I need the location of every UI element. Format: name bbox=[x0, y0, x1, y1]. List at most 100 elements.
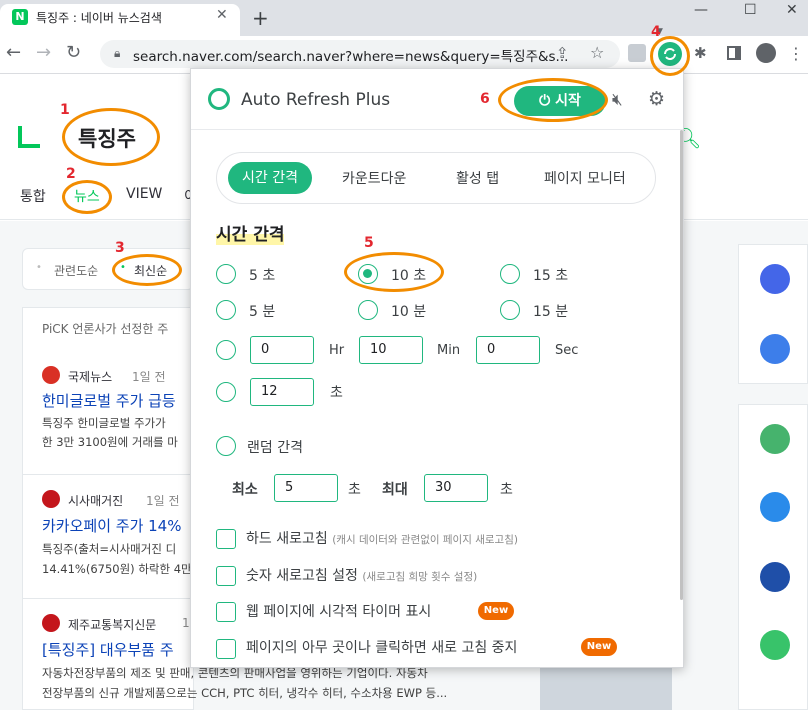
preset-radio[interactable] bbox=[500, 264, 520, 284]
divider bbox=[191, 129, 683, 130]
tab-countdown[interactable]: 카운트다운 bbox=[342, 168, 406, 188]
stop-on-click-checkbox[interactable] bbox=[216, 639, 236, 659]
annotation-ring bbox=[498, 78, 608, 122]
hard-refresh-checkbox[interactable] bbox=[216, 529, 236, 549]
extensions-puzzle-icon[interactable]: ✱ bbox=[694, 44, 707, 62]
extension-icon[interactable] bbox=[628, 44, 646, 62]
tab-integrated[interactable]: 통합 bbox=[20, 186, 46, 206]
side-panel-icon[interactable] bbox=[727, 46, 741, 60]
tab-active-tab[interactable]: 활성 탭 bbox=[456, 168, 499, 188]
article-title[interactable]: [특징주] 대우부품 주 bbox=[42, 639, 174, 660]
random-min-label: 최소 bbox=[232, 482, 258, 498]
new-badge: New bbox=[581, 638, 617, 656]
visual-timer-label: 웹 페이지에 시각적 타이머 표시 bbox=[246, 604, 432, 620]
mute-icon[interactable]: 🔇︎ bbox=[612, 90, 623, 110]
article-title[interactable]: 한미글로벌 주가 급등 bbox=[42, 390, 176, 411]
preset-label: 10 분 bbox=[391, 304, 427, 320]
press-name[interactable]: 제주교통복지신문 bbox=[68, 616, 156, 633]
popup-scrollbar[interactable] bbox=[680, 130, 683, 600]
more-menu-icon[interactable]: ⋮ bbox=[788, 44, 804, 63]
annotation-ring bbox=[112, 254, 182, 286]
hours-input[interactable]: 0 bbox=[250, 336, 314, 364]
forward-arrow-icon[interactable]: → bbox=[36, 42, 51, 63]
naver-logo-icon[interactable] bbox=[18, 126, 40, 148]
gear-icon[interactable]: ⚙ bbox=[648, 88, 665, 110]
random-min-input[interactable]: 5 bbox=[274, 474, 338, 502]
minutes-input[interactable]: 10 bbox=[359, 336, 423, 364]
annotation-ring bbox=[62, 108, 160, 166]
option-sub: (새로고침 희망 횟수 설정) bbox=[362, 571, 478, 583]
seconds-input[interactable]: 0 bbox=[476, 336, 540, 364]
app-icon[interactable] bbox=[760, 264, 790, 294]
preset-label: 15 분 bbox=[533, 304, 569, 320]
annotation-ring bbox=[344, 252, 444, 292]
stop-on-click-label: 페이지의 아무 곳이나 클릭하면 새로 고침 중지 bbox=[246, 640, 518, 656]
press-name[interactable]: 국제뉴스 bbox=[68, 368, 112, 385]
press-name[interactable]: 시사매거진 bbox=[68, 492, 123, 509]
article-snippet: 14.41%(6750원) 하락한 4만 bbox=[42, 562, 192, 576]
naver-favicon-icon: N bbox=[12, 9, 28, 25]
custom-interval-radio[interactable] bbox=[216, 340, 236, 360]
random-max-input[interactable]: 30 bbox=[424, 474, 488, 502]
annotation-number: 6 bbox=[480, 91, 490, 107]
annotation-number: 5 bbox=[364, 235, 374, 251]
random-interval-label: 랜덤 간격 bbox=[247, 440, 303, 456]
url-text[interactable]: search.naver.com/search.naver?where=news… bbox=[133, 45, 568, 65]
airplane-icon[interactable] bbox=[760, 492, 790, 522]
lock-icon[interactable]: 🔒︎ bbox=[114, 46, 120, 61]
profile-avatar-icon[interactable] bbox=[756, 43, 776, 63]
maximize-icon[interactable]: ☐ bbox=[744, 2, 757, 18]
bookmark-star-icon[interactable]: ☆ bbox=[590, 43, 604, 62]
seconds-only-radio[interactable] bbox=[216, 382, 236, 402]
window-close-icon[interactable]: ✕ bbox=[786, 2, 798, 18]
annotation-number: 2 bbox=[66, 166, 76, 182]
hours-label: Hr bbox=[329, 343, 345, 358]
article-snippet: 전장부품의 신규 개발제품으로는 CCH, PTC 히터, 냉각수 히터, 수소… bbox=[42, 686, 448, 700]
seconds-unit-label: 초 bbox=[330, 385, 343, 401]
tab-interval[interactable]: 시간 간격 bbox=[228, 162, 312, 194]
random-max-unit: 초 bbox=[500, 482, 513, 498]
close-tab-icon[interactable]: ✕ bbox=[216, 7, 228, 23]
visual-timer-checkbox[interactable] bbox=[216, 602, 236, 622]
mountain-icon[interactable] bbox=[760, 424, 790, 454]
section-title: 시간 간격 bbox=[216, 220, 285, 245]
press-logo-icon bbox=[42, 366, 60, 384]
annotation-ring bbox=[62, 180, 112, 214]
divider bbox=[22, 598, 194, 599]
press-logo-icon bbox=[42, 614, 60, 632]
annotation-ring bbox=[650, 36, 690, 76]
tab-view[interactable]: VIEW bbox=[126, 186, 162, 202]
sort-relevance[interactable]: 관련도순 bbox=[54, 262, 98, 279]
popup-title: Auto Refresh Plus bbox=[241, 90, 391, 110]
tab-page-monitor[interactable]: 페이지 모니터 bbox=[544, 168, 626, 188]
option-label: 숫자 새로고침 설정 bbox=[246, 568, 358, 584]
preset-radio[interactable] bbox=[358, 300, 378, 320]
back-arrow-icon[interactable]: ← bbox=[6, 42, 21, 63]
preset-radio[interactable] bbox=[216, 300, 236, 320]
random-interval-radio[interactable] bbox=[216, 436, 236, 456]
preset-label: 15 초 bbox=[533, 268, 569, 284]
new-badge: New bbox=[478, 602, 514, 620]
new-tab-button[interactable]: + bbox=[252, 6, 269, 30]
article-time: 1 bbox=[182, 616, 190, 630]
preset-label: 5 분 bbox=[249, 304, 276, 320]
seconds-only-input[interactable]: 12 bbox=[250, 378, 314, 406]
article-time: 1일 전 bbox=[132, 370, 166, 384]
article-title[interactable]: 카카오페이 주가 14% bbox=[42, 515, 181, 536]
pick-header: PiCK 언론사가 선정한 주 bbox=[42, 322, 169, 336]
reload-icon[interactable]: ↻ bbox=[66, 42, 81, 63]
article-time: 1일 전 bbox=[146, 494, 180, 508]
app-icon[interactable] bbox=[760, 630, 790, 660]
search-app-icon[interactable] bbox=[760, 562, 790, 592]
preset-radio[interactable] bbox=[500, 300, 520, 320]
refresh-count-checkbox[interactable] bbox=[216, 566, 236, 586]
tab-title: 특징주 : 네이버 뉴스검색 bbox=[36, 11, 162, 25]
annotation-number: 3 bbox=[115, 240, 125, 256]
annotation-number: 4 bbox=[651, 24, 661, 40]
random-max-label: 최대 bbox=[382, 482, 408, 498]
location-pin-icon[interactable] bbox=[760, 334, 790, 364]
share-icon[interactable]: ⇪ bbox=[556, 44, 569, 62]
preset-radio[interactable] bbox=[216, 264, 236, 284]
press-logo-icon bbox=[42, 490, 60, 508]
minimize-icon[interactable]: — bbox=[694, 2, 708, 18]
